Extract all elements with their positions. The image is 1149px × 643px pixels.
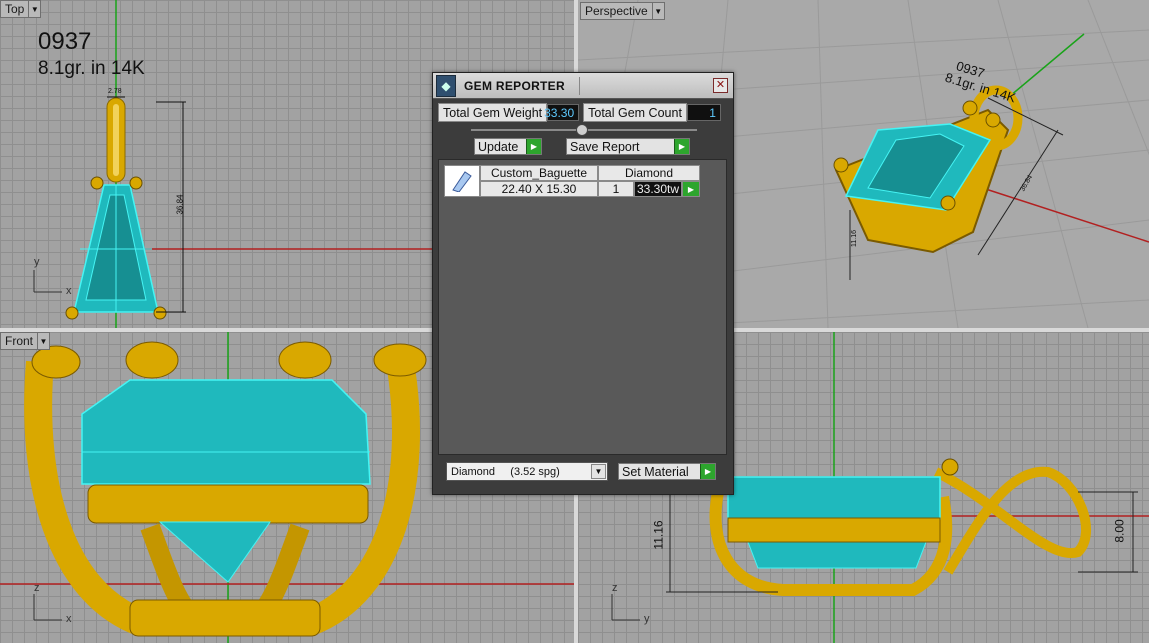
update-button[interactable]: Update ▶ bbox=[474, 138, 542, 155]
gem-size-cell: 22.40 X 15.30 bbox=[480, 181, 598, 197]
play-arrow-icon: ▶ bbox=[674, 139, 689, 154]
set-material-label: Set Material bbox=[622, 464, 689, 479]
prong-shape bbox=[833, 157, 849, 173]
gem-reporter-dialog: ◆ GEM REPORTER ✕ Total Gem Weight 33.30 … bbox=[432, 72, 734, 495]
prong-shape bbox=[129, 176, 143, 190]
setting-bar bbox=[87, 484, 369, 524]
bail-side bbox=[933, 466, 1092, 575]
prong-shape bbox=[153, 306, 167, 320]
dimension-width-label: 2.78 bbox=[108, 88, 122, 95]
play-arrow-icon: ▶ bbox=[526, 139, 541, 154]
total-weight-label: Total Gem Weight bbox=[438, 103, 548, 122]
gem-qty-cell: 1 bbox=[598, 181, 634, 197]
viewport-tab-perspective[interactable]: Perspective ▼ bbox=[580, 2, 665, 20]
base-bar bbox=[129, 599, 321, 637]
set-material-button[interactable]: Set Material ▶ bbox=[618, 463, 716, 480]
axis-label-y: y bbox=[34, 256, 40, 268]
prong-shape bbox=[962, 100, 978, 116]
prong-shape bbox=[90, 176, 104, 190]
axis-label-z: z bbox=[612, 582, 618, 594]
prong-shape bbox=[940, 195, 956, 211]
prong-top bbox=[125, 341, 179, 379]
dimension-label: 11.16 bbox=[651, 520, 666, 550]
viewport-label: Front bbox=[5, 334, 34, 348]
play-arrow-icon: ▶ bbox=[700, 464, 715, 479]
gem-crown bbox=[81, 379, 371, 485]
chevron-down-icon[interactable]: ▼ bbox=[37, 333, 49, 349]
dimension-height-label: 36.84 bbox=[175, 194, 185, 215]
gem-thumbnail-icon bbox=[444, 165, 480, 197]
dialog-title: GEM REPORTER bbox=[464, 78, 565, 93]
save-report-button[interactable]: Save Report ▶ bbox=[566, 138, 690, 155]
bail-highlight bbox=[113, 104, 119, 176]
prong-top bbox=[31, 345, 81, 379]
title-divider bbox=[579, 77, 580, 95]
prong-shape bbox=[65, 306, 79, 320]
weight-note: 8.1gr. in 14K bbox=[38, 58, 145, 79]
chevron-down-icon: ▼ bbox=[591, 464, 606, 479]
update-label: Update bbox=[478, 139, 519, 154]
axis-label-y: y bbox=[644, 613, 650, 625]
axis-label-z: z bbox=[34, 582, 40, 594]
setting-bar-side bbox=[727, 517, 941, 543]
viewport-tab-front[interactable]: Front ▼ bbox=[0, 332, 51, 350]
gem-weight-cell: 33.30tw bbox=[634, 181, 682, 197]
gem-pavilion-side bbox=[747, 541, 927, 569]
material-select[interactable]: Diamond (3.52 spg) ▼ bbox=[446, 462, 608, 481]
dimension-label: 11.16 bbox=[851, 230, 858, 247]
prong-shape bbox=[941, 458, 959, 476]
gem-detail-button[interactable]: ▶ bbox=[682, 181, 700, 197]
dimension-label: 8.00 bbox=[1112, 519, 1127, 543]
gem-detail-grid: Custom_Baguette Diamond 22.40 X 15.30 1 … bbox=[480, 165, 700, 197]
gem-side bbox=[727, 476, 941, 520]
prong-top bbox=[278, 341, 332, 379]
total-count-label: Total Gem Count bbox=[583, 103, 687, 122]
totals-row: Total Gem Weight 33.30 Total Gem Count 1 bbox=[438, 103, 721, 122]
save-report-label: Save Report bbox=[570, 139, 640, 154]
prong-top bbox=[373, 343, 427, 377]
slider-handle[interactable] bbox=[576, 124, 588, 136]
gem-list-panel: Custom_Baguette Diamond 22.40 X 15.30 1 … bbox=[438, 159, 727, 455]
dialog-titlebar[interactable]: ◆ GEM REPORTER ✕ bbox=[433, 73, 733, 99]
close-button[interactable]: ✕ bbox=[713, 78, 728, 93]
viewport-tab-top[interactable]: Top ▼ bbox=[0, 0, 42, 18]
baguette-gem-icon bbox=[452, 171, 472, 192]
gem-reporter-app-icon: ◆ bbox=[436, 74, 456, 97]
viewport-label: Top bbox=[5, 2, 25, 16]
total-count-value: 1 bbox=[686, 104, 721, 121]
chevron-down-icon[interactable]: ▼ bbox=[28, 1, 40, 17]
viewport-label: Perspective bbox=[585, 4, 648, 18]
gem-name-cell: Custom_Baguette bbox=[480, 165, 598, 181]
gem-list-item[interactable]: Custom_Baguette Diamond 22.40 X 15.30 1 … bbox=[444, 165, 700, 197]
axis-label-x: x bbox=[66, 285, 72, 297]
part-number-note: 0937 bbox=[38, 28, 92, 55]
axis-label-x: x bbox=[66, 613, 72, 625]
gem-material-cell: Diamond bbox=[598, 165, 700, 181]
material-select-value: Diamond (3.52 spg) bbox=[451, 465, 560, 478]
chevron-down-icon[interactable]: ▼ bbox=[651, 3, 664, 19]
prong-shape bbox=[985, 112, 1001, 128]
total-weight-value: 33.30 bbox=[544, 104, 580, 121]
